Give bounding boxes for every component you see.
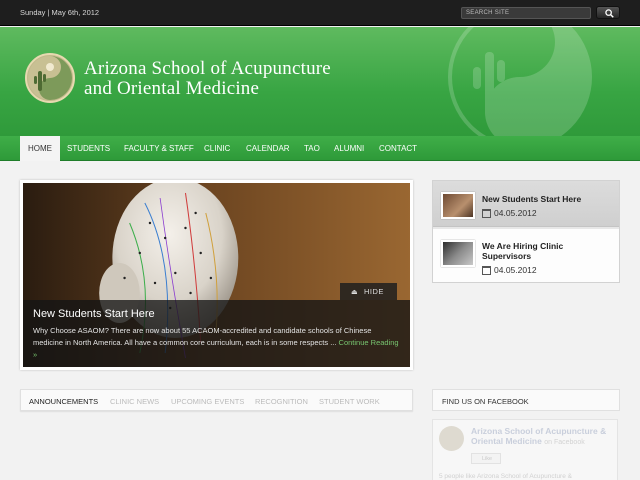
slide-excerpt: Why Choose ASAOM? There are now about 55… [33, 325, 400, 361]
facebook-page-name[interactable]: Arizona School of Acupuncture & Oriental… [471, 426, 617, 448]
content-tabs: ANNOUNCEMENTS CLINIC NEWS UPCOMING EVENT… [20, 389, 413, 411]
nav-item-clinic[interactable]: CLINIC [204, 136, 230, 161]
search-icon [605, 9, 614, 18]
hide-label: HIDE [364, 287, 384, 296]
like-button[interactable]: Like [471, 453, 501, 464]
search-input[interactable]: SEARCH SITE [461, 7, 591, 19]
search-button[interactable] [596, 6, 620, 19]
news-thumbnail [441, 240, 475, 267]
cactus-yin-yang-icon [28, 56, 72, 100]
yin-yang-watermark [448, 27, 592, 136]
nav-item-alumni[interactable]: ALUMNI [334, 136, 364, 161]
on-facebook-text: on Facebook [544, 439, 585, 446]
news-date: 04.05.2012 [482, 208, 537, 218]
news-thumbnail [441, 192, 475, 219]
news-item[interactable]: We Are Hiring Clinic Supervisors 04.05.2… [433, 229, 619, 282]
facebook-title: FIND US ON FACEBOOK [442, 397, 529, 406]
facebook-page-avatar[interactable] [439, 426, 464, 451]
nav-item-calendar[interactable]: CALENDAR [246, 136, 290, 161]
main-nav: HOME STUDENTS FACULTY & STAFF CLINIC CAL… [0, 136, 640, 161]
nav-item-tao[interactable]: TAO [304, 136, 320, 161]
nav-item-faculty-staff[interactable]: FACULTY & STAFF [124, 136, 194, 161]
site-title-line1: Arizona School of Acupuncture [84, 58, 331, 79]
nav-item-contact[interactable]: CONTACT [379, 136, 417, 161]
tab-student-work[interactable]: STUDENT WORK [319, 397, 380, 406]
news-date: 04.05.2012 [482, 265, 537, 275]
facebook-page-name-text: Arizona School of Acupuncture & Oriental… [471, 426, 607, 446]
news-date-text: 04.05.2012 [494, 208, 537, 218]
nav-item-students[interactable]: STUDENTS [67, 136, 110, 161]
facebook-box-header: FIND US ON FACEBOOK [432, 389, 620, 411]
eject-icon: ⏏ [351, 289, 359, 296]
site-title-line2: and Oriental Medicine [84, 78, 260, 99]
tab-recognition[interactable]: RECOGNITION [255, 397, 308, 406]
tab-clinic-news[interactable]: CLINIC NEWS [110, 397, 159, 406]
facebook-widget: Arizona School of Acupuncture & Oriental… [432, 419, 618, 480]
featured-slider[interactable]: ⏏ HIDE New Students Start Here Why Choos… [20, 180, 413, 370]
slide-title[interactable]: New Students Start Here [33, 308, 400, 320]
like-count-text: 5 people like Arizona School of Acupunct… [439, 473, 572, 480]
tab-announcements[interactable]: ANNOUNCEMENTS [29, 397, 98, 406]
top-bar: Sunday | May 6th, 2012 SEARCH SITE [0, 0, 640, 26]
current-date: Sunday | May 6th, 2012 [20, 8, 100, 17]
hide-caption-button[interactable]: ⏏ HIDE [340, 283, 397, 300]
site-title[interactable]: Arizona School of Acupuncture and Orient… [84, 59, 331, 99]
tab-upcoming-events[interactable]: UPCOMING EVENTS [171, 397, 244, 406]
logo[interactable] [25, 53, 75, 103]
news-title[interactable]: We Are Hiring Clinic Supervisors [482, 241, 592, 261]
nav-item-home[interactable]: HOME [20, 136, 60, 161]
slider-caption: New Students Start Here Why Choose ASAOM… [23, 300, 410, 367]
news-title[interactable]: New Students Start Here [482, 194, 581, 204]
site-header: Arizona School of Acupuncture and Orient… [0, 27, 640, 136]
slide-excerpt-text: Why Choose ASAOM? There are now about 55… [33, 326, 372, 347]
news-list: New Students Start Here 04.05.2012 We Ar… [432, 180, 620, 283]
calendar-icon [482, 209, 491, 218]
news-item[interactable]: New Students Start Here 04.05.2012 [433, 181, 619, 227]
news-date-text: 04.05.2012 [494, 265, 537, 275]
calendar-icon [482, 266, 491, 275]
